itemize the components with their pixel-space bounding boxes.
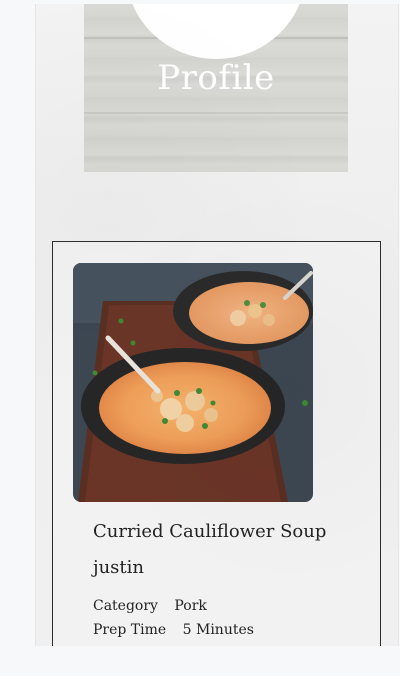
prep-time-label: Prep Time — [93, 622, 167, 638]
category-label: Category — [93, 598, 158, 614]
page-title: Profile — [157, 58, 275, 98]
category-value: Pork — [174, 598, 207, 614]
profile-page: Profile Curried Cauliflower Soup justin … — [35, 4, 399, 646]
profile-banner: Profile — [84, 4, 348, 172]
prep-time-row: Prep Time 5 Minutes — [93, 622, 254, 638]
recipe-author[interactable]: justin — [93, 557, 144, 578]
recipe-card[interactable]: Curried Cauliflower Soup justin Category… — [52, 241, 381, 646]
category-row: Category Pork — [93, 598, 207, 614]
avatar — [126, 4, 306, 59]
recipe-photo[interactable] — [73, 263, 313, 502]
prep-time-value: 5 Minutes — [182, 622, 254, 638]
soup-photo-icon — [73, 263, 313, 502]
recipe-title[interactable]: Curried Cauliflower Soup — [93, 521, 326, 542]
